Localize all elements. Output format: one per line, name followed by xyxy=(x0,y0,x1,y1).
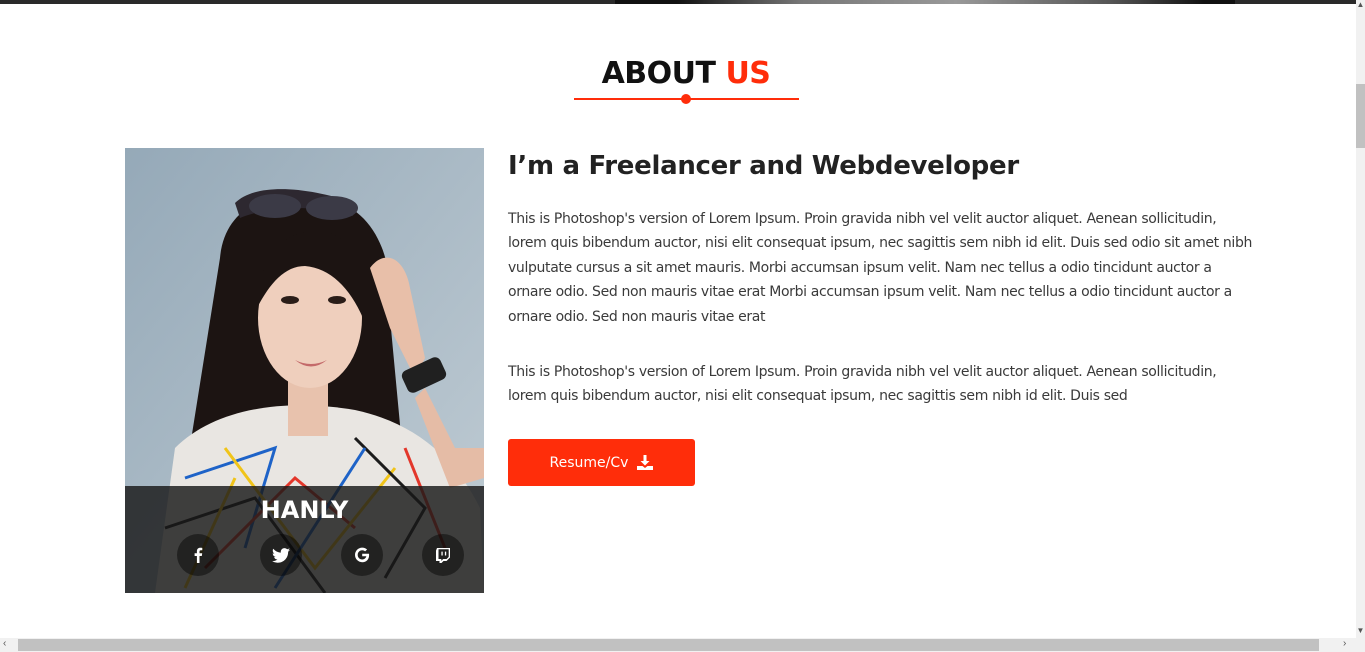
section-title-main: ABOUT xyxy=(601,56,726,91)
section-title-accent: US xyxy=(725,56,771,91)
about-paragraph-1: This is Photoshop's version of Lorem Ips… xyxy=(508,211,1253,325)
scroll-down-arrow-icon[interactable]: ▼ xyxy=(1356,626,1365,635)
twitch-link[interactable] xyxy=(422,534,464,576)
horizontal-scrollbar[interactable]: ‹ › xyxy=(0,638,1365,652)
google-link[interactable] xyxy=(341,534,383,576)
horizontal-scroll-thumb[interactable] xyxy=(18,639,1319,651)
profile-name: HANLY xyxy=(260,496,349,524)
resume-download-button[interactable]: Resume/Cv xyxy=(508,439,695,486)
title-underline-dot xyxy=(681,94,691,104)
facebook-link[interactable] xyxy=(177,534,219,576)
section-title: ABOUT US xyxy=(0,56,1365,91)
scroll-left-arrow-icon[interactable]: ‹ xyxy=(3,638,6,649)
profile-card: HANLY xyxy=(125,148,484,593)
twitter-link[interactable] xyxy=(260,534,302,576)
about-heading: I’m a Freelancer and Webdeveloper xyxy=(508,151,1019,181)
download-icon xyxy=(637,455,654,470)
twitter-icon xyxy=(272,547,290,563)
about-paragraph-2: This is Photoshop's version of Lorem Ips… xyxy=(508,364,1217,405)
twitch-icon xyxy=(436,547,450,563)
hero-image-bottom-edge xyxy=(0,0,1356,4)
google-icon xyxy=(355,547,370,563)
facebook-icon xyxy=(194,547,203,563)
scroll-right-arrow-icon[interactable]: › xyxy=(1343,638,1346,649)
resume-button-label: Resume/Cv xyxy=(549,454,629,471)
vertical-scroll-thumb[interactable] xyxy=(1356,84,1365,148)
vertical-scrollbar[interactable]: ▲ ▼ xyxy=(1356,0,1365,638)
scroll-up-arrow-icon[interactable]: ▲ xyxy=(1356,0,1365,9)
